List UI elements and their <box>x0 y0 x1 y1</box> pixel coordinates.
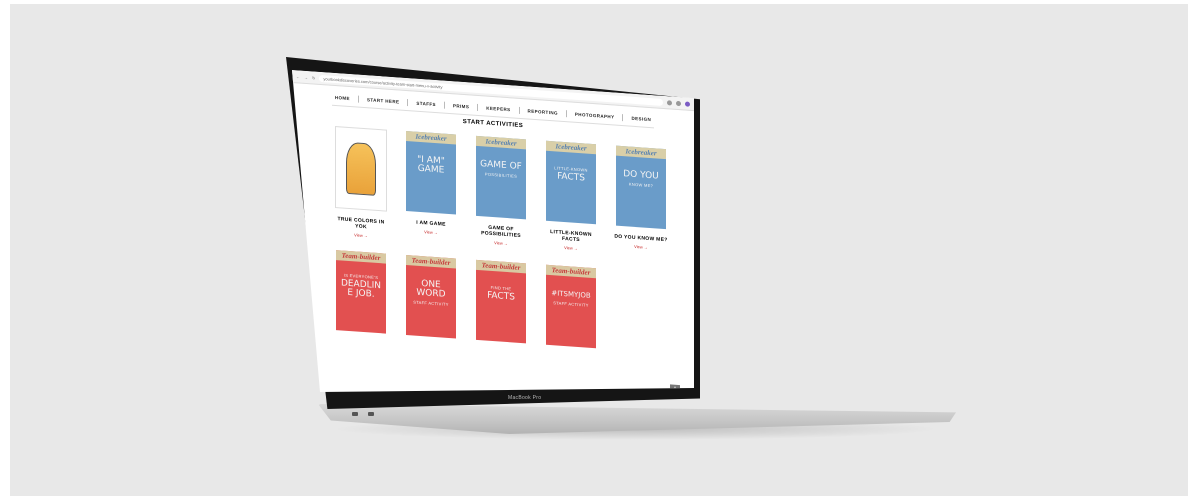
usb-port <box>352 412 358 416</box>
nav-divider <box>518 106 520 114</box>
activity-card[interactable]: Team-builder IS EVERYONE'S DEADLINE JOB. <box>334 250 388 334</box>
card-title[interactable]: TRUE COLORS IN YOK <box>334 216 388 232</box>
nav-item-keepers[interactable]: KEEPERS <box>484 104 512 113</box>
poster-banner: Icebreaker <box>616 145 666 160</box>
poster-banner: Icebreaker <box>546 140 596 155</box>
poster-text: "I AM" GAME <box>417 154 445 176</box>
poster-banner: Team-builder <box>476 259 526 274</box>
activity-thumbnail[interactable]: Icebreaker GAME OF POSSIBILITIES <box>476 135 526 220</box>
activity-card[interactable]: Icebreaker LITTLE-KNOWN FACTS LITTLE-KNO… <box>544 140 598 255</box>
activity-card[interactable]: Team-builder ONE WORD STAFF ACTIVITY <box>404 254 458 339</box>
activity-row: TRUE COLORS IN YOK View → Icebreaker "I … <box>292 123 694 261</box>
poster-subtext: STAFF ACTIVITY <box>413 299 449 307</box>
extension-icon[interactable] <box>676 100 681 106</box>
poster-text: FACTS <box>557 171 585 184</box>
nav-item-reporting[interactable]: REPORTING <box>526 107 560 116</box>
view-link[interactable]: View → <box>334 231 388 240</box>
poster-banner: Team-builder <box>546 264 596 279</box>
reload-icon[interactable]: ↻ <box>312 75 315 80</box>
view-link[interactable]: View → <box>404 228 458 237</box>
nav-divider <box>443 101 445 109</box>
activity-thumbnail[interactable]: Team-builder #ITSMYJOB STAFF ACTIVITY <box>546 264 596 349</box>
activity-card[interactable]: Icebreaker GAME OF POSSIBILITIES GAME OF… <box>474 135 528 250</box>
activity-thumbnail[interactable]: Team-builder IS EVERYONE'S DEADLINE JOB. <box>336 250 386 334</box>
activity-card[interactable]: Team-builder FIND THE FACTS <box>474 259 528 344</box>
nav-item-home[interactable]: HOME <box>333 94 352 102</box>
model-label: MacBook Pro <box>508 395 542 401</box>
poster-banner: Icebreaker <box>406 130 456 145</box>
poster-banner: Team-builder <box>336 250 386 264</box>
card-title[interactable]: I AM GAME <box>404 219 458 229</box>
card-title[interactable]: DO YOU KNOW ME? <box>614 234 668 244</box>
poster-text: GAME OF <box>480 159 522 173</box>
poster-subtext: KNOW ME? <box>628 181 654 189</box>
activity-card[interactable]: TRUE COLORS IN YOK View → <box>334 126 388 240</box>
activity-thumbnail[interactable]: Icebreaker LITTLE-KNOWN FACTS <box>546 140 596 225</box>
nav-divider <box>622 114 624 122</box>
nav-divider <box>565 110 567 118</box>
nav-item-photography[interactable]: PHOTOGRAPHY <box>573 111 617 121</box>
card-title[interactable]: GAME OF POSSIBILITIES <box>474 224 528 240</box>
poster-subtext: STAFF ACTIVITY <box>553 300 589 308</box>
poster-subtext: POSSIBILITIES <box>484 171 518 179</box>
activity-thumbnail[interactable]: Icebreaker "I AM" GAME <box>406 130 456 215</box>
activity-card[interactable]: Icebreaker "I AM" GAME I AM GAME View → <box>404 130 458 245</box>
activity-card[interactable]: Icebreaker DO YOU KNOW ME? DO YOU KNOW M… <box>614 145 668 260</box>
activity-row: Team-builder IS EVERYONE'S DEADLINE JOB.… <box>292 247 694 355</box>
activity-thumbnail[interactable] <box>335 126 387 212</box>
nav-item-start-here[interactable]: START HERE <box>365 96 401 106</box>
view-link[interactable]: View → <box>544 244 598 253</box>
activity-thumbnail[interactable]: Team-builder ONE WORD STAFF ACTIVITY <box>406 254 456 339</box>
web-page: ← → ↻ yourbookdiscoveries.com/course/act… <box>292 70 694 392</box>
profile-avatar[interactable] <box>685 100 690 107</box>
activity-card[interactable]: Team-builder #ITSMYJOB STAFF ACTIVITY <box>544 264 598 349</box>
nav-divider <box>357 95 359 103</box>
nav-divider <box>407 99 409 107</box>
poster-banner: Icebreaker <box>476 135 526 150</box>
activity-thumbnail[interactable]: Icebreaker DO YOU KNOW ME? <box>616 145 666 230</box>
view-link[interactable]: View → <box>614 243 668 252</box>
nav-item-staffs[interactable]: STAFFS <box>414 100 438 109</box>
activity-thumbnail[interactable]: Team-builder FIND THE FACTS <box>476 259 526 344</box>
nav-divider <box>477 103 479 112</box>
view-link[interactable]: View → <box>474 239 528 248</box>
poster-text: DEADLINE JOB. <box>340 278 382 300</box>
poster-text: #ITSMYJOB <box>551 289 591 300</box>
usb-port <box>368 412 374 416</box>
extension-icon[interactable] <box>667 99 672 106</box>
nav-item-design[interactable]: DESIGN <box>629 115 653 124</box>
nav-item-prims[interactable]: PRIMS <box>451 102 471 110</box>
card-title[interactable]: LITTLE-KNOWN FACTS <box>544 229 598 245</box>
poster-text: DO YOU <box>623 169 659 182</box>
poster-banner: Team-builder <box>406 254 456 269</box>
cartoon-figure-image <box>346 141 376 196</box>
poster-text: FACTS <box>487 290 515 303</box>
back-icon[interactable]: ← <box>296 74 300 79</box>
forward-icon[interactable]: → <box>304 74 308 79</box>
poster-text: ONE WORD <box>416 279 446 300</box>
